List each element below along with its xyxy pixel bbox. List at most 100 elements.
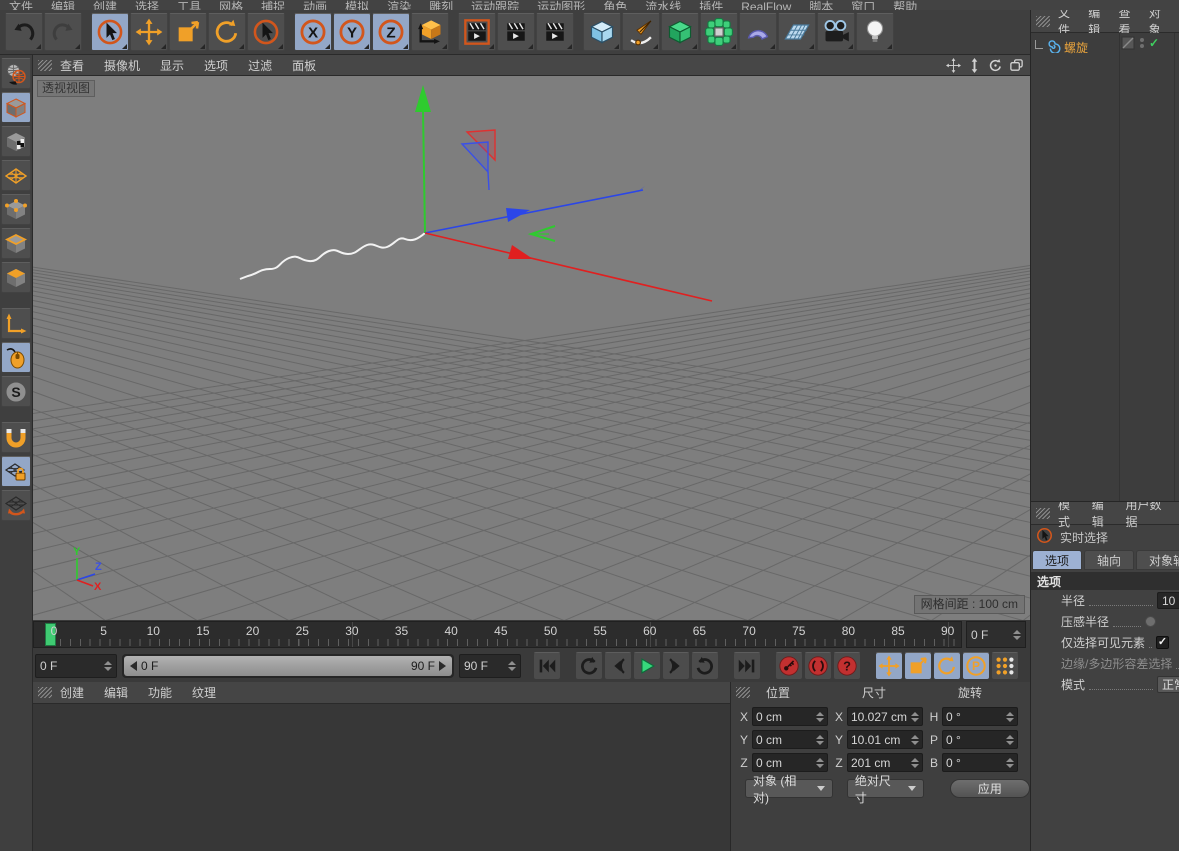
attribute-tab-0[interactable]: 选项 — [1032, 550, 1082, 570]
menubar-item-15[interactable]: 插件 — [699, 0, 723, 10]
coord-value-input[interactable]: 0 cm — [752, 753, 828, 772]
render-settings-button[interactable] — [536, 13, 574, 51]
value-stepper[interactable] — [909, 758, 919, 768]
undo-button[interactable] — [5, 13, 43, 51]
record-keyframe-button[interactable] — [775, 652, 803, 680]
workplane-button[interactable] — [1, 490, 31, 521]
pan-view-icon[interactable] — [946, 58, 961, 73]
menubar-item-7[interactable]: 动画 — [303, 0, 327, 10]
viewport-menu-0[interactable]: 查看 — [60, 57, 84, 74]
magnet-button[interactable] — [1, 422, 31, 453]
key-rotation-button[interactable] — [933, 652, 961, 680]
coord-value-input[interactable]: 0 ° — [942, 730, 1018, 749]
rotate-view-icon[interactable] — [988, 58, 1003, 73]
last-tool-button[interactable] — [247, 13, 285, 51]
preview-range-slider[interactable]: 0 F 90 F — [122, 654, 454, 678]
menubar-item-14[interactable]: 流水线 — [645, 0, 681, 10]
timeline-ruler[interactable]: 051015202530354045505560657075808590 — [33, 621, 962, 648]
gizmo-z-handle[interactable] — [506, 208, 530, 222]
zoom-view-icon[interactable] — [967, 58, 982, 73]
lock-z-axis-button[interactable]: Z — [372, 13, 410, 51]
scale-button[interactable] — [169, 13, 207, 51]
helix-spline[interactable] — [240, 233, 425, 279]
model-mode-button[interactable] — [1, 92, 31, 123]
object-manager[interactable]: 螺旋 ✓ — [1031, 33, 1179, 502]
attribute-tab-2[interactable]: 对象轴心 — [1136, 550, 1179, 570]
add-cube-button[interactable] — [583, 13, 621, 51]
menubar-item-8[interactable]: 模拟 — [345, 0, 369, 10]
live-selection-button[interactable] — [91, 13, 129, 51]
range-end-stepper[interactable] — [502, 661, 516, 671]
radius-input[interactable]: 10 — [1157, 592, 1179, 609]
coord-value-input[interactable]: 201 cm — [847, 753, 923, 772]
play-button[interactable] — [633, 652, 661, 680]
apply-button[interactable]: 应用 — [950, 779, 1030, 798]
add-field-button[interactable] — [739, 13, 777, 51]
menubar-item-13[interactable]: 角色 — [603, 0, 627, 10]
enable-axis-button[interactable] — [1, 308, 31, 339]
value-stepper[interactable] — [814, 735, 824, 745]
menubar-item-3[interactable]: 选择 — [135, 0, 159, 10]
value-stepper[interactable] — [1004, 735, 1014, 745]
object-name[interactable]: 螺旋 — [1064, 39, 1088, 56]
panel-drag-handle[interactable] — [38, 60, 52, 71]
range-end-field[interactable]: 90 F — [459, 654, 521, 678]
menubar-item-11[interactable]: 运动跟踪 — [471, 0, 519, 10]
lock-x-axis-button[interactable]: X — [294, 13, 332, 51]
key-parameter-button[interactable]: P — [962, 652, 990, 680]
next-frame-button[interactable] — [662, 652, 690, 680]
coord-value-input[interactable]: 0 cm — [752, 707, 828, 726]
menubar-item-9[interactable]: 渲染 — [387, 0, 411, 10]
rotate-button[interactable] — [208, 13, 246, 51]
menubar-item-12[interactable]: 运动图形 — [537, 0, 585, 10]
viewport-menu-1[interactable]: 摄像机 — [104, 57, 140, 74]
menubar-item-6[interactable]: 捕捉 — [261, 0, 285, 10]
mode-dropdown[interactable]: 正常 — [1157, 676, 1179, 693]
menubar-item-10[interactable]: 雕刻 — [429, 0, 453, 10]
panel-drag-handle[interactable] — [736, 687, 750, 698]
current-frame-field[interactable]: 0 F — [966, 621, 1026, 648]
value-stepper[interactable] — [1004, 758, 1014, 768]
coord-value-input[interactable]: 0 ° — [942, 753, 1018, 772]
keyframe-selection-button[interactable]: ? — [833, 652, 861, 680]
material-menu-2[interactable]: 功能 — [148, 684, 172, 701]
snap-button[interactable]: S — [1, 376, 31, 407]
lock-y-axis-button[interactable]: Y — [333, 13, 371, 51]
panel-drag-handle[interactable] — [38, 687, 52, 698]
material-menu-0[interactable]: 创建 — [60, 684, 84, 701]
texture-mode-button[interactable]: g stroke="#3a3a3a" stroke-width="1"> — [1, 126, 31, 157]
previous-key-button[interactable] — [575, 652, 603, 680]
viewport-solo-button[interactable] — [1, 342, 31, 373]
add-light-button[interactable] — [856, 13, 894, 51]
range-start-stepper[interactable] — [98, 661, 112, 671]
frame-stepper[interactable] — [1007, 630, 1021, 640]
value-stepper[interactable] — [1004, 712, 1014, 722]
pressure-radius-toggle[interactable] — [1145, 616, 1156, 627]
panel-drag-handle[interactable] — [1036, 16, 1050, 27]
render-view-button[interactable] — [458, 13, 496, 51]
menubar-item-2[interactable]: 创建 — [93, 0, 117, 10]
add-volume-button[interactable] — [700, 13, 738, 51]
viewport-menu-5[interactable]: 面板 — [292, 57, 316, 74]
add-subdivision-surface-button[interactable] — [661, 13, 699, 51]
value-stepper[interactable] — [814, 758, 824, 768]
add-floor-button[interactable] — [778, 13, 816, 51]
gizmo-plane-handle-blue[interactable] — [462, 142, 488, 172]
visibility-dots-icon[interactable] — [1139, 36, 1145, 50]
attribute-tab-1[interactable]: 轴向 — [1084, 550, 1134, 570]
menubar-item-4[interactable]: 工具 — [177, 0, 201, 10]
value-stepper[interactable] — [814, 712, 824, 722]
edges-mode-button[interactable]: g stroke="#3a3a3a" stroke-width="1"> — [1, 228, 31, 259]
menubar-item-18[interactable]: 窗口 — [851, 0, 875, 10]
maximize-view-icon[interactable] — [1009, 58, 1024, 73]
range-start-field[interactable]: 0 F — [35, 654, 117, 678]
preview-range-bar[interactable]: 0 F 90 F — [124, 656, 452, 676]
make-editable-button[interactable] — [1, 58, 31, 89]
viewport-menu-3[interactable]: 选项 — [204, 57, 228, 74]
move-button[interactable] — [130, 13, 168, 51]
menubar-item-16[interactable]: RealFlow — [741, 0, 791, 10]
panel-drag-handle[interactable] — [1036, 508, 1050, 519]
menubar-item-0[interactable]: 文件 — [9, 0, 33, 10]
material-menu-3[interactable]: 纹理 — [192, 684, 216, 701]
viewport-canvas[interactable]: 透视视图 网格间距 : 100 cm Y Z X — [33, 76, 1030, 620]
